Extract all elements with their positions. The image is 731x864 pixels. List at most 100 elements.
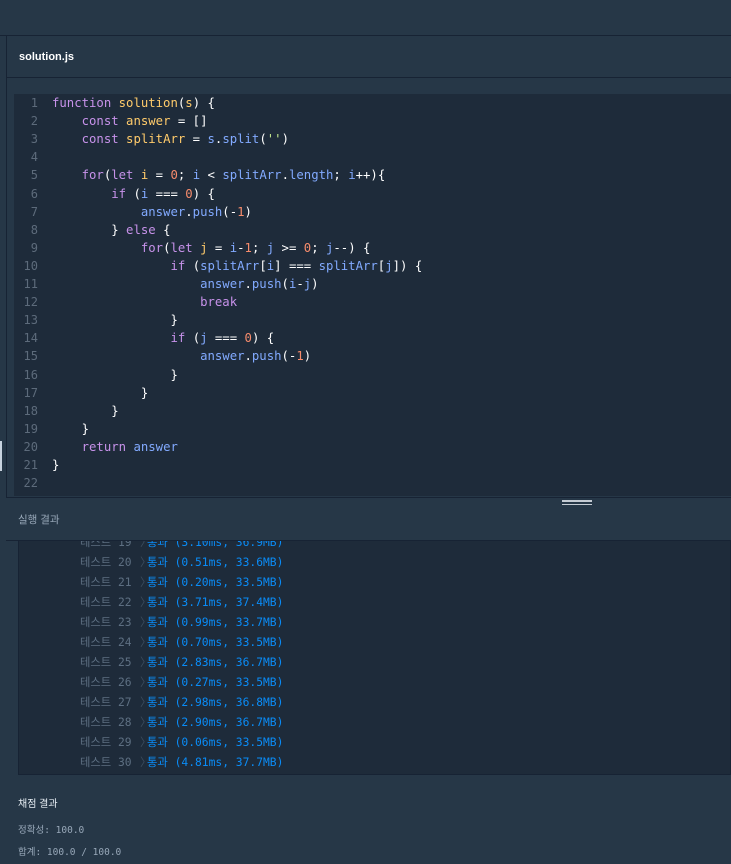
grading-section: 채점 결과 정확성: 100.0 합계: 100.0 / 100.0 — [18, 795, 121, 864]
code-token: break — [200, 295, 238, 310]
code-token: (- — [281, 349, 297, 364]
code-token: { — [155, 222, 171, 237]
code-token: === — [148, 186, 186, 201]
code-token: answer — [200, 277, 245, 291]
test-label: 테스트 30 — [80, 756, 132, 769]
code-token: splitArr — [222, 168, 282, 183]
test-label: 테스트 22 — [80, 596, 132, 609]
code-token: --) { — [333, 240, 371, 255]
code-token: 0 — [244, 331, 252, 346]
code-text: } — [52, 402, 119, 420]
code-text: answer.push(i-j) — [52, 275, 318, 293]
code-text: if (splitArr[i] === splitArr[j]) { — [52, 257, 422, 275]
code-token: i — [192, 168, 201, 183]
code-text: function solution(s) { — [52, 94, 215, 112]
line-number: 19 — [23, 421, 38, 436]
test-label: 테스트 20 — [80, 556, 132, 569]
code-token: answer — [200, 349, 245, 364]
code-text: } — [52, 311, 177, 329]
code-token: s — [185, 96, 193, 110]
code-token: } — [52, 367, 178, 382]
line-number: 13 — [23, 313, 38, 328]
test-result-value: 통과 (3.10ms, 36.9MB) — [147, 541, 284, 549]
results-header: 실행 결과 — [6, 497, 731, 541]
code-token: 0 — [170, 168, 178, 183]
line-number: 21 — [23, 458, 38, 472]
test-label: 테스트 27 — [80, 696, 132, 709]
code-token: >= — [274, 240, 304, 255]
code-token: if — [170, 331, 193, 346]
test-result-row: 테스트 20 〉 통과 (0.51ms, 33.6MB) — [19, 553, 730, 573]
code-token: for — [140, 240, 164, 255]
code-line[interactable]: 13 } — [14, 311, 731, 329]
code-token: push — [251, 277, 282, 291]
accuracy-score: 정확성: 100.0 — [18, 825, 85, 836]
code-line[interactable]: 12 break — [14, 293, 731, 311]
code-line[interactable]: 3 const splitArr = s.split('') — [14, 130, 731, 148]
code-token: ) — [303, 349, 312, 364]
line-number: 22 — [23, 476, 38, 491]
code-line[interactable]: 17 } — [14, 384, 731, 402]
file-tab[interactable]: solution.js — [7, 36, 731, 78]
code-token: function — [52, 96, 119, 110]
test-result-row: 테스트 25 〉 통과 (2.83ms, 36.7MB) — [19, 653, 730, 673]
code-token: 1 — [244, 240, 252, 255]
test-result-value: 통과 (2.98ms, 36.8MB) — [147, 696, 284, 709]
code-text: } — [52, 384, 148, 402]
code-token: ) { — [192, 186, 215, 201]
test-result-row: 테스트 22 〉 통과 (3.71ms, 37.4MB) — [19, 593, 730, 613]
code-token: ; — [251, 240, 267, 255]
code-token: else — [126, 222, 156, 237]
code-line[interactable]: 23 — [14, 492, 731, 496]
code-line[interactable]: 6 if (i === 0) { — [14, 185, 731, 203]
code-line[interactable]: 21} — [14, 456, 731, 474]
total-score: 합계: 100.0 / 100.0 — [18, 847, 122, 858]
code-text: const answer = [] — [52, 112, 208, 130]
code-token: splitArr — [126, 132, 186, 147]
line-number: 5 — [30, 168, 38, 183]
code-line[interactable]: 8 } else { — [14, 221, 731, 239]
line-number: 18 — [23, 403, 38, 418]
code-line[interactable]: 20 return answer — [14, 438, 731, 456]
test-results-list[interactable]: 테스트 19 〉 통과 (3.10ms, 36.9MB) 테스트 20 〉 통과 (0.5… — [18, 541, 731, 775]
code-text: answer.push(-1) — [52, 347, 311, 365]
code-token: ) — [281, 132, 289, 147]
splitter-handle[interactable] — [0, 441, 2, 471]
code-line[interactable]: 11 answer.push(i-j) — [14, 275, 731, 293]
code-line[interactable]: 2 const answer = [] — [14, 112, 731, 130]
code-line[interactable]: 10 if (splitArr[i] === splitArr[j]) { — [14, 257, 731, 275]
code-token: 0 — [185, 186, 193, 201]
code-token: ( — [133, 186, 141, 201]
code-token: } — [52, 403, 119, 418]
code-text: break — [52, 293, 237, 311]
line-number: 23 — [14, 492, 38, 496]
code-line[interactable]: 15 answer.push(-1) — [14, 347, 731, 365]
code-line[interactable]: 9 for(let j = i-1; j >= 0; j--) { — [14, 239, 731, 257]
line-number: 9 — [30, 240, 38, 255]
code-line[interactable]: 7 answer.push(-1) — [14, 203, 731, 221]
test-label: 테스트 24 — [80, 636, 132, 649]
code-token: ) { — [192, 96, 215, 110]
code-line[interactable]: 19 } — [14, 420, 731, 438]
code-line[interactable]: 1 function solution(s) { — [14, 94, 731, 112]
code-line[interactable]: 16 } — [14, 366, 731, 384]
line-number: 7 — [30, 204, 38, 219]
resize-grip-icon[interactable] — [562, 500, 592, 508]
code-line[interactable]: 4 — [14, 148, 731, 166]
grading-title: 채점 결과 — [18, 799, 58, 810]
code-line[interactable]: 18 } — [14, 402, 731, 420]
code-text: for(let i = 0; i < splitArr.length; i++)… — [52, 166, 386, 184]
code-line[interactable]: 14 if (j === 0) { — [14, 329, 731, 347]
code-line[interactable]: 22 — [14, 474, 731, 492]
code-editor[interactable]: 1 function solution(s) {2 const answer = … — [14, 94, 731, 496]
code-token: - — [237, 240, 245, 255]
code-line[interactable]: 5 for(let i = 0; i < splitArr.length; i+… — [14, 166, 731, 184]
test-result-row: 테스트 19 〉 통과 (3.10ms, 36.9MB) — [19, 541, 730, 553]
line-number: 11 — [23, 277, 38, 291]
